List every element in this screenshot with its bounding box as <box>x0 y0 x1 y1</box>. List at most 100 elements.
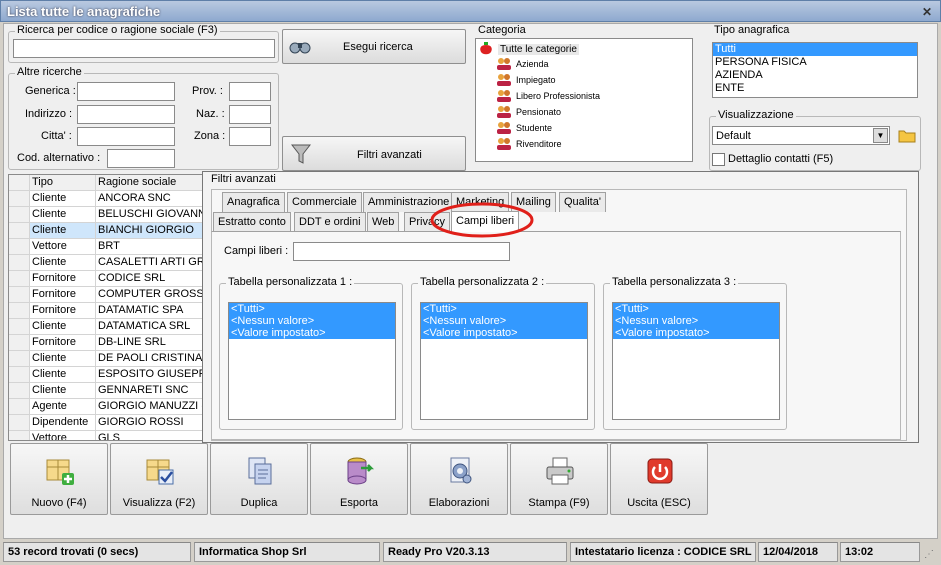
generica-input[interactable] <box>77 82 175 101</box>
prov-input[interactable] <box>229 82 271 101</box>
list-item[interactable]: <Nessun valore> <box>421 315 587 327</box>
list-item[interactable]: <Tutti> <box>421 303 587 315</box>
tab-estratto-conto[interactable]: Estratto conto <box>213 212 291 232</box>
resize-grip-icon[interactable]: ⋰ <box>924 549 938 563</box>
print-button[interactable]: Stampa (F9) <box>510 443 608 515</box>
advanced-filter-label: Filtri avanzati <box>357 149 422 161</box>
tree-item-all[interactable]: Tutte le categorie <box>478 41 579 57</box>
campi-liberi-input[interactable] <box>293 242 510 261</box>
search-input[interactable] <box>13 39 275 58</box>
export-button[interactable]: Esporta <box>310 443 408 515</box>
table-row[interactable]: Fornitore DATAMATIC SPA <box>9 303 207 319</box>
new-button[interactable]: Nuovo (F4) <box>10 443 108 515</box>
button-label: Duplica <box>240 497 278 509</box>
table-row[interactable]: Cliente BIANCHI GIORGIO <box>9 223 207 239</box>
custom-table-list[interactable]: <Tutti> <Nessun valore> <Valore impostat… <box>228 302 396 420</box>
view-button[interactable]: Visualizza (F2) <box>110 443 208 515</box>
users-icon <box>497 106 511 118</box>
list-item[interactable]: <Tutti> <box>613 303 779 315</box>
duplicate-icon <box>248 457 272 485</box>
tipo-item[interactable]: AZIENDA <box>713 69 917 82</box>
cell-ragione: ANCORA SNC <box>98 192 171 204</box>
tipo-item[interactable]: ENTE <box>713 82 917 95</box>
cell-tipo: Cliente <box>30 255 96 270</box>
table-row[interactable]: Vettore GLS <box>9 431 207 440</box>
search-button[interactable]: Esegui ricerca <box>282 29 466 64</box>
column-header-ragione[interactable]: Ragione sociale <box>96 175 207 190</box>
tipo-item[interactable]: PERSONA FISICA <box>713 56 917 69</box>
custom-table-list[interactable]: <Tutti> <Nessun valore> <Valore impostat… <box>612 302 780 420</box>
table-row[interactable]: Vettore BRT <box>9 239 207 255</box>
column-header-tipo[interactable]: Tipo <box>30 175 96 190</box>
citta-input[interactable] <box>77 127 175 146</box>
table-row[interactable]: Cliente DE PAOLI CRISTINA <box>9 351 207 367</box>
list-item[interactable]: <Nessun valore> <box>229 315 395 327</box>
tipo-item[interactable]: Tutti <box>713 43 917 56</box>
cell-tipo: Fornitore <box>30 271 96 286</box>
table-row[interactable]: Cliente BELUSCHI GIOVANNI <box>9 207 207 223</box>
tab-ddt-ordini[interactable]: DDT e ordini <box>294 212 366 232</box>
table-row[interactable]: Cliente CASALETTI ARTI GRA <box>9 255 207 271</box>
table-row[interactable]: Dipendente GIORGIO ROSSI <box>9 415 207 431</box>
button-label: Stampa (F9) <box>528 497 590 509</box>
processing-button[interactable]: Elaborazioni <box>410 443 508 515</box>
visual-select[interactable]: Default ▼ <box>712 126 890 145</box>
list-item[interactable]: <Valore impostato> <box>613 327 779 339</box>
folder-icon[interactable] <box>897 126 917 145</box>
tree-item-rivenditore[interactable]: Rivenditore <box>496 136 562 152</box>
list-item[interactable]: <Valore impostato> <box>421 327 587 339</box>
cell-ragione: DATAMATIC SPA <box>98 304 184 316</box>
records-grid[interactable]: Tipo Ragione sociale Cliente ANCORA SNC Clie… <box>8 174 208 441</box>
tree-item-label: Pensionato <box>516 107 562 117</box>
tipo-list[interactable]: Tutti PERSONA FISICA AZIENDA ENTE <box>712 42 918 98</box>
view-record-icon <box>146 459 174 485</box>
generica-label: Generica : <box>25 85 76 97</box>
table-row[interactable]: Fornitore CODICE SRL <box>9 271 207 287</box>
search-group-label: Ricerca per codice o ragione sociale (F3… <box>15 24 220 36</box>
button-label: Uscita (ESC) <box>627 497 691 509</box>
cell-ragione: DE PAOLI CRISTINA <box>98 352 203 364</box>
tree-item-studente[interactable]: Studente <box>496 120 552 136</box>
indirizzo-input[interactable] <box>77 105 175 124</box>
list-item[interactable]: <Tutti> <box>229 303 395 315</box>
table-row[interactable]: Cliente ESPOSITO GIUSEPPE <box>9 367 207 383</box>
table-row[interactable]: Agente GIORGIO MANUZZI (C <box>9 399 208 415</box>
advanced-filter-button[interactable]: Filtri avanzati <box>282 136 466 171</box>
cell-ragione: BRT <box>98 240 120 252</box>
status-date: 12/04/2018 <box>758 542 838 562</box>
cell-ragione: GIORGIO MANUZZI (C <box>98 400 208 412</box>
table-row[interactable]: Cliente GENNARETI SNC <box>9 383 207 399</box>
list-item[interactable]: <Valore impostato> <box>229 327 395 339</box>
visual-select-value: Default <box>716 130 751 142</box>
citta-label: Citta' : <box>41 130 72 142</box>
tab-qualita[interactable]: Qualita' <box>559 192 606 212</box>
tab-commerciale[interactable]: Commerciale <box>287 192 362 212</box>
status-time: 13:02 <box>840 542 920 562</box>
table-row[interactable]: Cliente DATAMATICA SRL <box>9 319 207 335</box>
tab-web[interactable]: Web <box>367 212 400 232</box>
tree-item-azienda[interactable]: Azienda <box>496 56 549 72</box>
power-icon <box>647 458 673 484</box>
table-row[interactable]: FornitoreCOMPUTER GROSS SP <box>9 287 207 303</box>
row-selector <box>9 431 30 440</box>
custom-table-list[interactable]: <Tutti> <Nessun valore> <Valore impostat… <box>420 302 588 420</box>
table-row[interactable]: Fornitore DB-LINE SRL <box>9 335 207 351</box>
tab-anagrafica[interactable]: Anagrafica <box>222 192 285 212</box>
tree-item-libero[interactable]: Libero Professionista <box>496 88 600 104</box>
exit-button[interactable]: Uscita (ESC) <box>610 443 708 515</box>
cod-alt-input[interactable] <box>107 149 175 168</box>
chevron-down-icon[interactable]: ▼ <box>873 128 888 143</box>
tree-item-pensionato[interactable]: Pensionato <box>496 104 561 120</box>
cell-ragione: GIORGIO ROSSI <box>98 416 184 428</box>
naz-input[interactable] <box>229 105 271 124</box>
cell-tipo: Cliente <box>30 207 96 222</box>
list-item[interactable]: <Nessun valore> <box>613 315 779 327</box>
dettaglio-checkbox[interactable] <box>712 153 725 166</box>
tree-item-impiegato[interactable]: Impiegato <box>496 72 556 88</box>
table-row[interactable]: Cliente ANCORA SNC <box>9 191 207 207</box>
categoria-tree[interactable]: Tutte le categorie Azienda Impiegato Lib… <box>475 38 693 162</box>
cell-tipo: Dipendente <box>30 415 96 430</box>
close-button[interactable]: ✕ <box>919 5 935 19</box>
duplicate-button[interactable]: Duplica <box>210 443 308 515</box>
zona-input[interactable] <box>229 127 271 146</box>
